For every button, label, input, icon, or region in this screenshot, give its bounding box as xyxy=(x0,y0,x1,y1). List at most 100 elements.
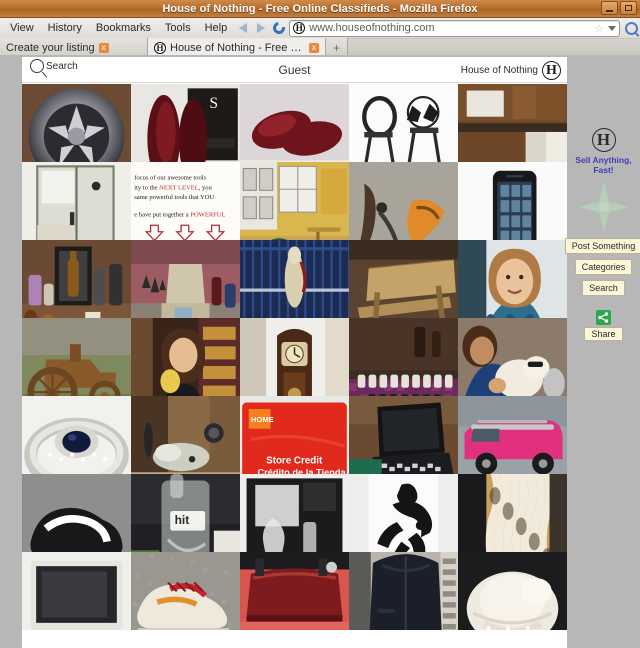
url-text[interactable]: www.houseofnothing.com xyxy=(309,22,590,34)
listing-item[interactable] xyxy=(458,552,567,630)
listing-thumbnail: HOME Store Credit Crédito de la Tienda xyxy=(240,396,349,474)
site-brand[interactable]: House of Nothing H xyxy=(461,61,561,80)
listing-item[interactable] xyxy=(349,396,458,474)
listing-item[interactable] xyxy=(131,240,240,318)
listing-thumbnail xyxy=(458,162,567,240)
maximize-button[interactable] xyxy=(620,1,637,15)
share-icon[interactable] xyxy=(596,310,611,325)
window-titlebar: House of Nothing - Free Online Classifie… xyxy=(0,0,640,18)
listing-thumbnail: BASS xyxy=(240,84,349,162)
browser-window: House of Nothing - Free Online Classifie… xyxy=(0,0,640,648)
listing-item[interactable] xyxy=(22,474,131,552)
listing-item[interactable] xyxy=(240,552,349,630)
listing-thumbnail xyxy=(458,318,567,396)
listing-thumbnail xyxy=(22,474,131,552)
sidebar-tagline-line2: Fast! xyxy=(593,165,614,175)
listing-item[interactable]: focus of our awesome tools ity to the NE… xyxy=(131,162,240,240)
listing-item[interactable] xyxy=(349,318,458,396)
back-button[interactable] xyxy=(235,20,251,36)
listing-item[interactable] xyxy=(22,162,131,240)
listing-thumbnail xyxy=(22,318,131,396)
menu-item-help[interactable]: Help xyxy=(199,20,234,37)
categories-button[interactable]: Categories xyxy=(574,259,633,275)
listing-thumbnail xyxy=(349,84,458,162)
listing-thumbnail xyxy=(349,396,458,474)
listing-item[interactable] xyxy=(131,318,240,396)
star-icon[interactable]: ☆ xyxy=(594,22,604,35)
listing-thumbnail xyxy=(458,552,567,630)
svg-text:focus of our awesome tools: focus of our awesome tools xyxy=(134,174,206,181)
post-something-button[interactable]: Post Something xyxy=(564,238,640,254)
close-icon[interactable]: x xyxy=(98,42,109,53)
listing-item[interactable] xyxy=(349,84,458,162)
listing-thumbnail xyxy=(240,474,349,552)
tab-label: House of Nothing - Free Onlin... xyxy=(170,41,305,54)
listing-thumbnail xyxy=(349,240,458,318)
listing-thumbnail xyxy=(458,474,567,552)
plus-icon: + xyxy=(332,40,340,55)
search-icon[interactable] xyxy=(625,21,638,35)
reload-button[interactable] xyxy=(270,19,288,37)
listing-item[interactable] xyxy=(458,162,567,240)
window-controls xyxy=(601,1,637,15)
listing-thumbnail: S xyxy=(131,84,240,162)
listing-item[interactable] xyxy=(22,318,131,396)
menu-item-view[interactable]: View xyxy=(4,20,40,37)
listing-thumbnail xyxy=(240,318,349,396)
listing-item[interactable] xyxy=(240,474,349,552)
listing-item[interactable] xyxy=(131,552,240,630)
listing-item[interactable] xyxy=(458,240,567,318)
listing-thumbnail: hit xyxy=(131,474,240,552)
listing-item[interactable] xyxy=(458,318,567,396)
listing-item[interactable] xyxy=(240,318,349,396)
listing-item[interactable] xyxy=(22,396,131,474)
listing-thumbnail xyxy=(22,552,131,630)
site-brand-icon: H xyxy=(542,61,561,80)
listing-item[interactable]: hit xyxy=(131,474,240,552)
listing-item[interactable] xyxy=(458,84,567,162)
listing-item[interactable] xyxy=(458,474,567,552)
listing-item[interactable] xyxy=(349,240,458,318)
listing-item[interactable] xyxy=(458,396,567,474)
site-favicon-icon: H xyxy=(293,22,306,34)
listing-thumbnail xyxy=(458,84,567,162)
site-header: Search Guest House of Nothing H xyxy=(22,57,567,83)
close-icon[interactable]: x xyxy=(309,42,319,53)
listing-item[interactable]: BASS xyxy=(240,84,349,162)
menu-item-tools[interactable]: Tools xyxy=(159,20,197,37)
listing-item[interactable] xyxy=(349,552,458,630)
listing-item[interactable] xyxy=(131,396,240,474)
listing-thumbnail xyxy=(131,396,240,474)
listing-item[interactable]: S xyxy=(131,84,240,162)
listing-item[interactable] xyxy=(349,162,458,240)
share-label[interactable]: Share xyxy=(584,327,623,341)
menu-item-bookmarks[interactable]: Bookmarks xyxy=(90,20,157,37)
forward-arrow-icon xyxy=(257,23,266,33)
search-button[interactable]: Search xyxy=(582,280,625,296)
back-arrow-icon xyxy=(239,23,248,33)
page-content: Search Guest House of Nothing H S BASS xyxy=(22,57,567,648)
listing-item[interactable]: HOME Store Credit Crédito de la Tienda xyxy=(240,396,349,474)
svg-text:Store Credit: Store Credit xyxy=(266,456,323,467)
svg-text:ity to the NEXT LEVEL, you: ity to the NEXT LEVEL, you xyxy=(134,184,212,191)
forward-button[interactable] xyxy=(253,20,269,36)
svg-text:S: S xyxy=(209,95,217,112)
listing-item[interactable] xyxy=(349,474,458,552)
listing-item[interactable] xyxy=(22,240,131,318)
minimize-button[interactable] xyxy=(601,1,618,15)
menu-item-history[interactable]: History xyxy=(42,20,88,37)
listing-thumbnail xyxy=(458,240,567,318)
menu-bar: View History Bookmarks Tools Help H www.… xyxy=(0,18,640,39)
listing-item[interactable] xyxy=(240,162,349,240)
svg-text:hit: hit xyxy=(175,513,190,527)
listing-thumbnail xyxy=(22,396,131,474)
chevron-down-icon[interactable] xyxy=(608,25,616,31)
tab-label: Create your listing xyxy=(6,41,95,54)
listing-item[interactable] xyxy=(22,552,131,630)
listing-item[interactable] xyxy=(240,240,349,318)
listing-thumbnail xyxy=(131,318,240,396)
listing-item[interactable] xyxy=(22,84,131,162)
address-bar[interactable]: H www.houseofnothing.com ☆ xyxy=(289,19,620,37)
listing-thumbnail xyxy=(349,474,458,552)
sidebar-tagline: Sell Anything, Fast! xyxy=(575,155,631,175)
